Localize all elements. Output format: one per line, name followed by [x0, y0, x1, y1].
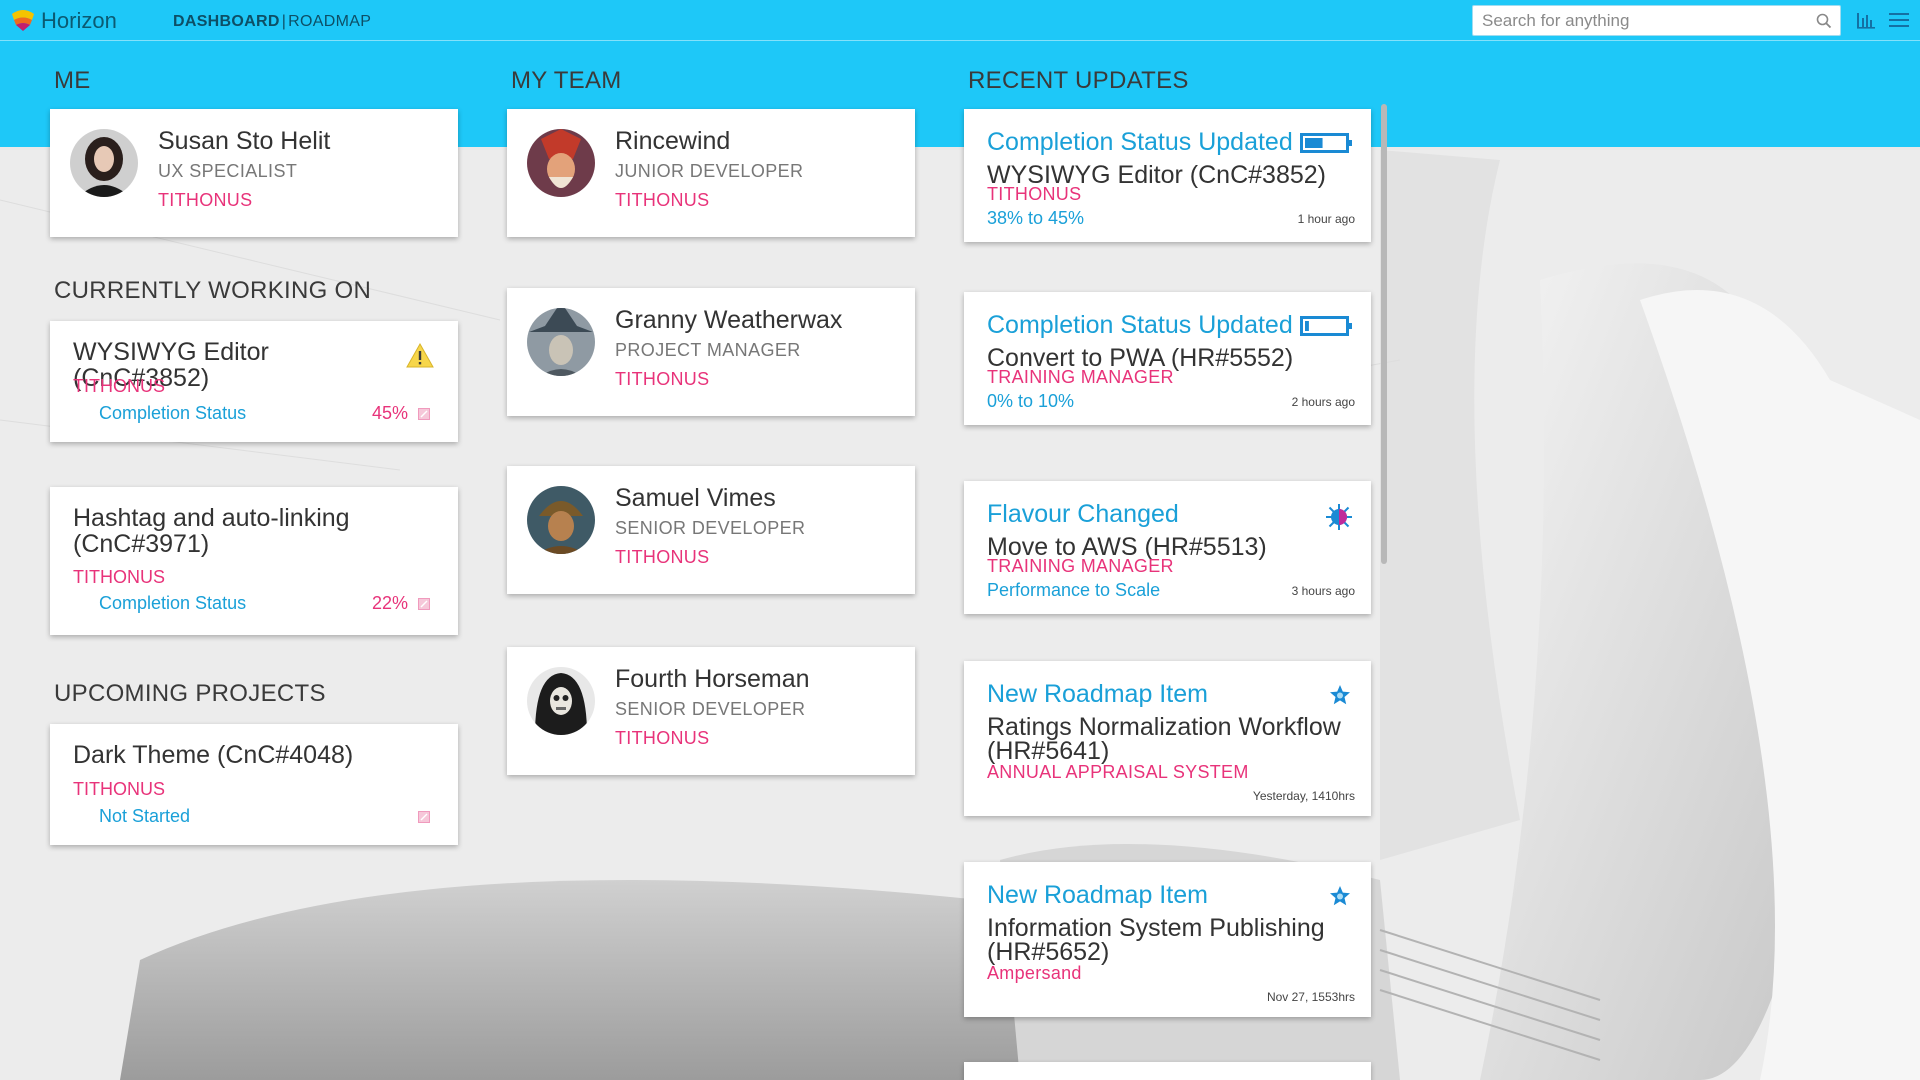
flavour-icon: [1326, 504, 1352, 530]
update-team[interactable]: Ampersand: [987, 963, 1082, 984]
update-team[interactable]: ANNUAL APPRAISAL SYSTEM: [987, 762, 1249, 783]
section-title-me: ME: [54, 67, 91, 94]
update-item-title[interactable]: Information System Publishing (HR#5652): [987, 916, 1357, 965]
edit-icon[interactable]: [418, 408, 430, 420]
person-name: Fourth Horseman: [615, 665, 810, 693]
update-timestamp: 3 hours ago: [1291, 584, 1355, 598]
updates-scrollbar[interactable]: [1381, 104, 1387, 564]
work-item-card[interactable]: WYSIWYG Editor (CnC#3852) TITHONUS Compl…: [50, 321, 458, 442]
update-item-title[interactable]: Ratings Normalization Workflow (HR#5641): [987, 715, 1357, 764]
update-team[interactable]: TITHONUS: [987, 184, 1081, 205]
upcoming-project-card[interactable]: Dark Theme (CnC#4048) TITHONUS Not Start…: [50, 724, 458, 845]
person-role: JUNIOR DEVELOPER: [615, 161, 804, 181]
hamburger-menu-icon[interactable]: [1889, 12, 1909, 28]
battery-fill: [1305, 138, 1323, 148]
person-name: Granny Weatherwax: [615, 306, 843, 334]
update-type: Completion Status Updated: [987, 311, 1293, 339]
work-item-status: Completion Status: [99, 593, 247, 613]
star-icon: [1330, 685, 1350, 705]
work-item-percent: 45%: [371, 403, 408, 423]
work-item-card[interactable]: Hashtag and auto-linking (CnC#3971) TITH…: [50, 487, 458, 635]
work-item-status: Completion Status: [99, 403, 247, 423]
update-detail: Performance to Scale: [987, 580, 1161, 600]
person-role: PROJECT MANAGER: [615, 340, 801, 360]
update-timestamp: 2 hours ago: [1291, 395, 1355, 409]
team-member-card[interactable]: Rincewind JUNIOR DEVELOPER TITHONUS: [507, 109, 915, 237]
search-icon[interactable]: [1816, 13, 1832, 29]
section-title-upcoming-projects: UPCOMING PROJECTS: [54, 680, 326, 707]
update-team[interactable]: TRAINING MANAGER: [987, 367, 1174, 388]
person-name: Rincewind: [615, 127, 731, 155]
avatar-granny: [527, 308, 595, 376]
update-timestamp: Yesterday, 1410hrs: [1252, 789, 1355, 803]
avatar-vimes: [527, 486, 595, 554]
bar-chart-icon[interactable]: [1856, 11, 1876, 29]
work-item-team[interactable]: TITHONUS: [73, 567, 165, 588]
search-input[interactable]: [1473, 6, 1803, 35]
edit-icon[interactable]: [418, 811, 430, 823]
top-navigation-bar: Horizon DASHBOARD | ROADMAP: [0, 0, 1920, 41]
update-card[interactable]: Completion Status Updated WYSIWYG Editor…: [964, 109, 1371, 242]
work-item-status: Not Started: [99, 806, 191, 826]
section-title-recent-updates: RECENT UPDATES: [968, 67, 1189, 94]
battery-icon: [1300, 316, 1352, 336]
search-box: [1472, 5, 1841, 36]
team-member-card[interactable]: Granny Weatherwax PROJECT MANAGER TITHON…: [507, 288, 915, 416]
person-team[interactable]: TITHONUS: [615, 369, 709, 390]
edit-icon[interactable]: [418, 598, 430, 610]
team-member-card[interactable]: Fourth Horseman SENIOR DEVELOPER TITHONU…: [507, 647, 915, 775]
update-timestamp: Nov 27, 1553hrs: [1266, 990, 1355, 1004]
work-item-team[interactable]: TITHONUS: [73, 779, 165, 800]
avatar-susan: [70, 129, 138, 197]
horizon-logo-icon[interactable]: [10, 8, 36, 32]
work-item-title: Dark Theme (CnC#4048): [73, 741, 354, 769]
person-role: SENIOR DEVELOPER: [615, 699, 806, 719]
person-role: UX SPECIALIST: [158, 161, 298, 181]
nav-roadmap[interactable]: ROADMAP: [288, 13, 371, 30]
me-profile-card[interactable]: Susan Sto Helit UX SPECIALIST TITHONUS: [50, 109, 458, 237]
work-item-title: Hashtag and auto-linking (CnC#3971): [73, 504, 350, 558]
battery-icon: [1300, 133, 1352, 153]
person-role: SENIOR DEVELOPER: [615, 518, 806, 538]
avatar-rincewind: [527, 129, 595, 197]
update-card[interactable]: New Roadmap Item Ratings Normalization W…: [964, 661, 1371, 816]
main-nav: DASHBOARD | ROADMAP: [173, 13, 371, 31]
section-title-my-team: MY TEAM: [511, 67, 622, 94]
nav-separator: |: [281, 13, 287, 30]
update-type: New Roadmap Item: [987, 881, 1208, 909]
nav-dashboard[interactable]: DASHBOARD: [173, 13, 280, 30]
star-icon: [1330, 886, 1350, 906]
person-name: Samuel Vimes: [615, 484, 776, 512]
person-team[interactable]: TITHONUS: [615, 728, 709, 749]
person-name: Susan Sto Helit: [158, 127, 331, 155]
update-type: New Roadmap Item: [987, 680, 1208, 708]
update-card[interactable]: New Roadmap Item Information System Publ…: [964, 862, 1371, 1017]
update-timestamp: 1 hour ago: [1297, 212, 1355, 226]
update-team[interactable]: TRAINING MANAGER: [987, 556, 1174, 577]
team-member-card[interactable]: Samuel Vimes SENIOR DEVELOPER TITHONUS: [507, 466, 915, 594]
work-item-percent: 22%: [371, 593, 408, 613]
update-detail: 38% to 45%: [987, 208, 1085, 228]
warning-icon: [406, 343, 434, 368]
app-name[interactable]: Horizon: [41, 8, 117, 34]
update-card[interactable]: Flavour Changed Move to AWS (HR#5513) TR…: [964, 481, 1371, 614]
person-team[interactable]: TITHONUS: [615, 547, 709, 568]
work-item-team[interactable]: TITHONUS: [73, 376, 165, 397]
section-title-currently-working-on: CURRENTLY WORKING ON: [54, 277, 372, 304]
update-detail: 0% to 10%: [987, 391, 1075, 411]
update-card[interactable]: Completion Status Updated Convert to PWA…: [964, 292, 1371, 425]
update-card-partial[interactable]: [964, 1062, 1371, 1080]
avatar-death: [527, 667, 595, 735]
update-type: Completion Status Updated: [987, 128, 1293, 156]
battery-fill: [1305, 321, 1309, 331]
update-type: Flavour Changed: [987, 500, 1179, 528]
person-team[interactable]: TITHONUS: [158, 190, 252, 211]
person-team[interactable]: TITHONUS: [615, 190, 709, 211]
